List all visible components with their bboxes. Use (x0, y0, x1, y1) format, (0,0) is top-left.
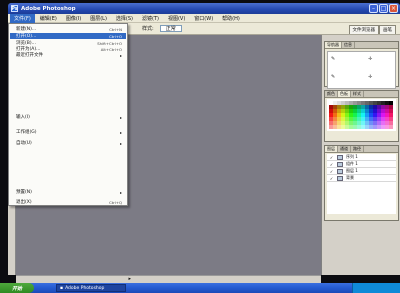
style-select[interactable]: 正常 (159, 25, 182, 32)
menu-file[interactable]: 文件(F) (10, 13, 35, 23)
tab-info[interactable]: 信息 (342, 42, 355, 48)
menu-filter[interactable]: 滤镜(T) (138, 14, 163, 23)
layer-thumbnail (337, 154, 343, 160)
layer-name: 组件 1 (346, 161, 358, 166)
layer-row[interactable]: ✓ 序列 1 (327, 154, 396, 161)
layer-row[interactable]: ✓ 组件 1 (327, 161, 396, 168)
palette-well: 文件浏览器 画笔 (348, 25, 396, 34)
menu-item-automate[interactable]: 自动(U) ▸ (10, 140, 126, 147)
eyedropper-icon: ✎ (331, 56, 336, 62)
layer-row[interactable]: ✓ 背景 (327, 175, 396, 182)
window-title: Adobe Photoshop (21, 5, 76, 12)
menu-item-new[interactable]: 新建(N)... Ctrl+N (10, 26, 126, 33)
submenu-arrow-icon: ▸ (119, 189, 122, 195)
visibility-check-icon[interactable]: ✓ (329, 155, 334, 160)
layer-thumbnail (337, 175, 343, 181)
tab-navigator[interactable]: 导航器 (325, 42, 342, 48)
layer-row[interactable]: ✓ 图层 1 (327, 168, 396, 175)
start-button[interactable]: 开始 (0, 283, 34, 293)
layers-list: ✓ 序列 1 ✓ 组件 1 ✓ 图层 1 ✓ 背景 (327, 154, 396, 214)
menu-item-recent[interactable]: 最近打开文件 ▸ (10, 52, 126, 59)
submenu-arrow-icon: ▸ (119, 114, 122, 120)
layers-panel: 图层 通道 路径 ✓ 序列 1 ✓ 组件 1 ✓ 图层 1 ✓ 背景 (324, 145, 399, 221)
taskbar-photoshop-button[interactable]: ▪ Adobe Photoshop (56, 284, 126, 292)
menu-item-preferences[interactable]: 预置(N) ▸ (10, 189, 126, 196)
menu-layer[interactable]: 图层(L) (86, 14, 111, 23)
info-readout: ✎ ✛ ✎ ✛ (327, 51, 396, 89)
color-swatch[interactable] (389, 125, 393, 129)
submenu-arrow-icon: ▸ (119, 129, 122, 135)
palette-column: 导航器 信息 ✎ ✛ ✎ ✛ 颜色 色板 样式 图层 通道 路径 ✓ 序列 1 (321, 35, 400, 275)
cursor-arrow-icon: ▸ (128, 276, 131, 282)
layer-name: 图层 1 (346, 168, 358, 173)
swatch-grid (327, 99, 396, 131)
dock-tab-brushes[interactable]: 画笔 (379, 25, 396, 34)
navigator-panel: 导航器 信息 ✎ ✛ ✎ ✛ (324, 41, 399, 89)
visibility-check-icon[interactable]: ✓ (329, 169, 334, 174)
menu-image[interactable]: 图像(I) (62, 14, 85, 23)
menu-window[interactable]: 窗口(W) (190, 14, 217, 23)
menu-edit[interactable]: 编辑(E) (36, 14, 61, 23)
tab-paths[interactable]: 路径 (351, 146, 364, 152)
dock-tab-file-browser[interactable]: 文件浏览器 (348, 25, 379, 34)
menu-item-import[interactable]: 输入(I) ▸ (10, 114, 126, 121)
close-icon[interactable]: × (389, 4, 398, 13)
horizontal-scrollbar[interactable]: ▸ (16, 275, 321, 283)
menu-item-open[interactable]: 打开(O)... Ctrl+O (10, 33, 126, 39)
submenu-arrow-icon: ▸ (119, 140, 122, 146)
tab-styles[interactable]: 样式 (351, 91, 364, 97)
crosshair-icon: ✛ (368, 74, 373, 80)
color-panel: 颜色 色板 样式 (324, 90, 399, 142)
menu-help[interactable]: 帮助(H) (218, 14, 244, 23)
layer-name: 序列 1 (346, 154, 358, 159)
style-label: 样式: (142, 26, 154, 32)
layer-thumbnail (337, 161, 343, 167)
crosshair-icon: ✛ (368, 56, 373, 62)
layer-name: 背景 (346, 175, 354, 180)
menu-select[interactable]: 选择(S) (112, 14, 137, 23)
menu-bar: 文件(F) 编辑(E) 图像(I) 图层(L) 选择(S) 滤镜(T) 视图(V… (8, 13, 400, 23)
taskbar-task-label: Adobe Photoshop (65, 285, 105, 291)
photoshop-app-icon: Ps (11, 5, 18, 12)
photoshop-app-icon: ▪ (60, 285, 64, 291)
tab-swatches[interactable]: 色板 (338, 91, 351, 97)
menu-view[interactable]: 视图(V) (164, 14, 189, 23)
menu-item-workgroup[interactable]: 工作组(G) ▸ (10, 129, 126, 136)
eyedropper-icon: ✎ (331, 74, 336, 80)
tab-layers[interactable]: 图层 (325, 146, 338, 152)
tab-channels[interactable]: 通道 (338, 146, 351, 152)
system-tray (352, 283, 400, 293)
menu-item-exit[interactable]: 退出(X) Ctrl+Q (10, 199, 126, 206)
visibility-check-icon[interactable]: ✓ (329, 176, 334, 181)
file-menu-dropdown: 新建(N)... Ctrl+N 打开(O)... Ctrl+O 浏览(B)...… (8, 23, 128, 206)
layer-thumbnail (337, 168, 343, 174)
minimize-icon[interactable]: – (369, 4, 378, 13)
window-controls: – □ × (369, 4, 398, 13)
maximize-icon[interactable]: □ (379, 4, 388, 13)
submenu-arrow-icon: ▸ (119, 52, 122, 58)
tab-color[interactable]: 颜色 (325, 91, 338, 97)
visibility-check-icon[interactable]: ✓ (329, 162, 334, 167)
window-titlebar: Ps Adobe Photoshop – □ × (8, 3, 400, 14)
taskbar: 开始 ▪ Adobe Photoshop (0, 283, 400, 293)
